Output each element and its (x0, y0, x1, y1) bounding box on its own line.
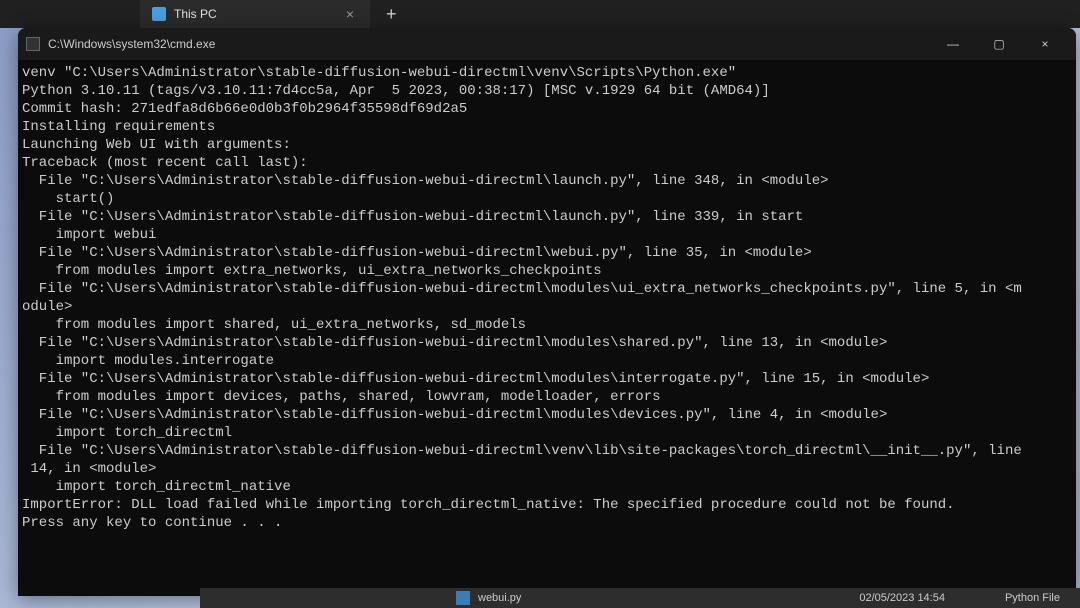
tab-title: This PC (174, 7, 217, 21)
cmd-line: File "C:\Users\Administrator\stable-diff… (18, 172, 1076, 190)
cmd-line: start() (18, 190, 1076, 208)
minimize-button[interactable]: — (930, 28, 976, 60)
browser-tab-bar: This PC × + (0, 0, 1080, 28)
cmd-line: File "C:\Users\Administrator\stable-diff… (18, 244, 1076, 262)
cmd-line: Installing requirements (18, 118, 1076, 136)
file-explorer-row: webui.py 02/05/2023 14:54 Python File (200, 588, 1080, 608)
cmd-window-title: C:\Windows\system32\cmd.exe (48, 37, 930, 51)
cmd-line: File "C:\Users\Administrator\stable-diff… (18, 442, 1076, 460)
cmd-line: venv "C:\Users\Administrator\stable-diff… (18, 64, 1076, 82)
cmd-line: Python 3.10.11 (tags/v3.10.11:7d4cc5a, A… (18, 82, 1076, 100)
cmd-line: 14, in <module> (18, 460, 1076, 478)
cmd-line: from modules import extra_networks, ui_e… (18, 262, 1076, 280)
cmd-line: Press any key to continue . . . (18, 514, 1076, 532)
cmd-line: File "C:\Users\Administrator\stable-diff… (18, 406, 1076, 424)
pc-icon (152, 7, 166, 21)
cmd-line: ImportError: DLL load failed while impor… (18, 496, 1076, 514)
file-date: 02/05/2023 14:54 (859, 592, 945, 604)
cmd-line: from modules import shared, ui_extra_net… (18, 316, 1076, 334)
cmd-line: import torch_directml_native (18, 478, 1076, 496)
python-file-icon (456, 591, 470, 605)
cmd-line: Commit hash: 271edfa8d6b66e0d0b3f0b2964f… (18, 100, 1076, 118)
cmd-line: from modules import devices, paths, shar… (18, 388, 1076, 406)
cmd-line: File "C:\Users\Administrator\stable-diff… (18, 334, 1076, 352)
cmd-line: import modules.interrogate (18, 352, 1076, 370)
file-type: Python File (1005, 592, 1060, 604)
command-prompt-window: C:\Windows\system32\cmd.exe — ▢ × venv "… (18, 28, 1076, 596)
maximize-button[interactable]: ▢ (976, 28, 1022, 60)
explorer-tab[interactable]: This PC × (140, 0, 370, 28)
new-tab-button[interactable]: + (370, 4, 413, 25)
cmd-line: File "C:\Users\Administrator\stable-diff… (18, 208, 1076, 226)
cmd-line: Traceback (most recent call last): (18, 154, 1076, 172)
close-button[interactable]: × (1022, 28, 1068, 60)
cmd-line: Launching Web UI with arguments: (18, 136, 1076, 154)
cmd-line: File "C:\Users\Administrator\stable-diff… (18, 370, 1076, 388)
cmd-line: File "C:\Users\Administrator\stable-diff… (18, 280, 1076, 298)
cmd-icon (26, 37, 40, 51)
window-controls: — ▢ × (930, 28, 1068, 60)
tab-close-button[interactable]: × (342, 6, 358, 22)
cmd-title-bar[interactable]: C:\Windows\system32\cmd.exe — ▢ × (18, 28, 1076, 60)
cmd-line: import torch_directml (18, 424, 1076, 442)
cmd-line: odule> (18, 298, 1076, 316)
cmd-line: import webui (18, 226, 1076, 244)
file-name: webui.py (478, 592, 859, 604)
cmd-output[interactable]: venv "C:\Users\Administrator\stable-diff… (18, 60, 1076, 596)
